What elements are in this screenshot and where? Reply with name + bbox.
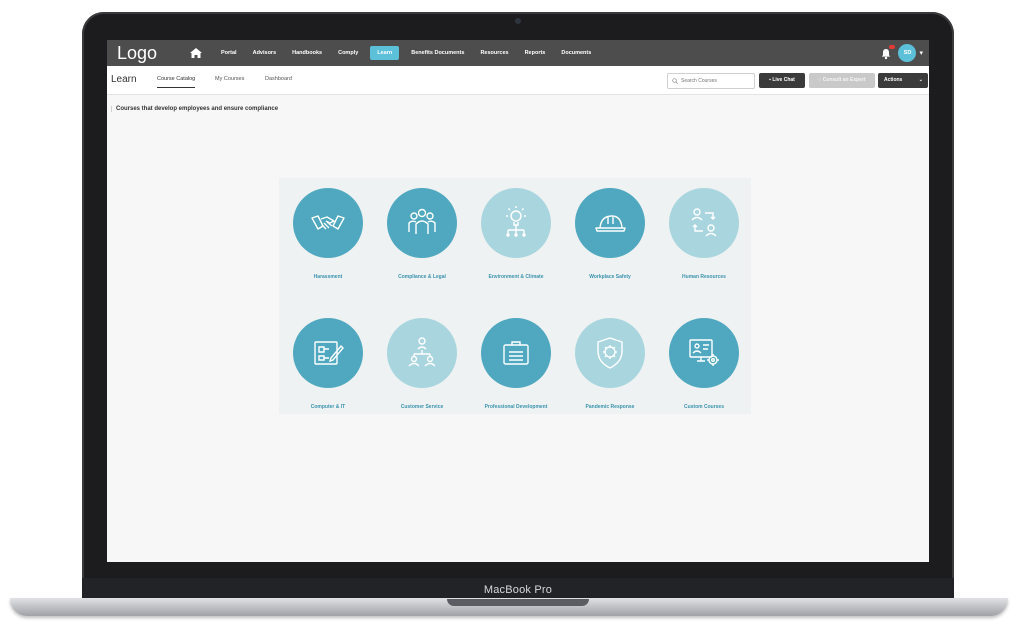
course-computer-it[interactable]: Computer & IT — [283, 318, 373, 410]
logo[interactable]: Logo — [117, 43, 189, 64]
nav-item-handbooks[interactable]: Handbooks — [284, 40, 330, 66]
course-label: Human Resources — [682, 274, 726, 280]
nav-item-benefits-documents[interactable]: Benefits Documents — [403, 40, 472, 66]
org-chart-icon — [408, 337, 436, 367]
caret-down-icon: ⌄ — [918, 77, 923, 83]
screen: Logo Portal Advisors Handbooks Comply Le… — [107, 40, 929, 562]
course-professional-development[interactable]: Professional Development — [471, 318, 561, 410]
course-label: Compliance & Legal — [398, 274, 446, 280]
nav-item-resources[interactable]: Resources — [472, 40, 516, 66]
device-label: MacBook Pro — [483, 584, 553, 596]
course-workplace-safety[interactable]: Workplace Safety — [565, 188, 655, 280]
course-label: Professional Development — [484, 404, 548, 410]
virus-shield-icon — [597, 337, 623, 369]
handshake-icon — [311, 215, 345, 230]
avatar[interactable]: SD — [898, 44, 917, 62]
nav-item-comply[interactable]: Comply — [330, 40, 366, 66]
nav-item-reports[interactable]: Reports — [517, 40, 554, 66]
sub-header: Learn Course Catalog My Courses Dashboar… — [107, 66, 929, 95]
flowchart-edit-icon — [314, 341, 344, 365]
nav-right: SD ▾ — [880, 44, 923, 62]
nav-item-documents[interactable]: Documents — [553, 40, 599, 66]
camera — [515, 18, 521, 24]
course-circle — [293, 188, 363, 258]
course-harassment[interactable]: Harassment — [283, 188, 373, 280]
tab-dashboard[interactable]: Dashboard — [265, 76, 292, 82]
course-label: Computer & IT — [310, 404, 346, 410]
course-circle — [669, 188, 739, 258]
headset-icon: ◌ — [818, 77, 822, 83]
consult-expert-label: Consult an Expert — [822, 77, 866, 83]
live-chat-button[interactable]: ▪ Live Chat — [759, 73, 805, 88]
bell-icon — [882, 49, 891, 60]
actions-label: Actions — [884, 77, 903, 83]
notification-badge — [889, 45, 896, 49]
consult-expert-button[interactable]: ◌ Consult an Expert — [809, 73, 875, 88]
search-icon — [672, 78, 678, 84]
course-pandemic-response[interactable]: Pandemic Response — [565, 318, 655, 410]
course-label: Workplace Safety — [589, 274, 631, 280]
top-nav: Logo Portal Advisors Handbooks Comply Le… — [107, 40, 929, 66]
home-icon[interactable] — [189, 47, 203, 59]
course-circle — [481, 188, 551, 258]
course-circle — [481, 318, 551, 388]
actions-button[interactable]: Actions ⌄ — [878, 73, 928, 88]
course-label: Environment & Climate — [488, 274, 544, 280]
briefcase-icon — [503, 341, 529, 365]
course-label: Pandemic Response — [585, 404, 635, 410]
page-title: Learn — [111, 74, 137, 85]
tab-course-catalog[interactable]: Course Catalog — [157, 76, 196, 88]
course-label: Custom Courses — [683, 404, 724, 410]
course-label: Harassment — [313, 274, 343, 280]
nav-item-learn[interactable]: Learn — [370, 46, 400, 60]
course-circle — [387, 318, 457, 388]
live-chat-label: Live Chat — [772, 77, 795, 83]
course-circle — [293, 318, 363, 388]
course-label: Customer Service — [400, 404, 444, 410]
search-box[interactable] — [667, 73, 755, 89]
notifications[interactable] — [880, 45, 896, 60]
course-catalog-panel: Harassment Compliance & Legal Environmen… — [279, 178, 751, 414]
nav-item-portal[interactable]: Portal — [213, 40, 245, 66]
course-customer-service[interactable]: Customer Service — [377, 318, 467, 410]
course-environment-climate[interactable]: Environment & Climate — [471, 188, 561, 280]
course-custom-courses[interactable]: Custom Courses — [659, 318, 749, 410]
nav-item-advisors[interactable]: Advisors — [245, 40, 285, 66]
monitor-gear-icon — [689, 339, 719, 366]
people-exchange-icon — [691, 208, 717, 237]
course-circle — [575, 188, 645, 258]
course-circle — [669, 318, 739, 388]
course-circle — [575, 318, 645, 388]
hardhat-icon — [595, 215, 626, 232]
course-compliance-legal[interactable]: Compliance & Legal — [377, 188, 467, 280]
chat-icon: ▪ — [769, 77, 771, 83]
laptop-notch — [447, 599, 589, 606]
course-circle — [387, 188, 457, 258]
course-human-resources[interactable]: Human Resources — [659, 188, 749, 280]
search-input[interactable] — [681, 78, 751, 84]
tab-my-courses[interactable]: My Courses — [215, 76, 244, 82]
team-icon — [408, 208, 436, 234]
lightbulb-icon — [506, 206, 526, 237]
page-tagline: Courses that develop employees and ensur… — [111, 106, 278, 112]
chevron-down-icon[interactable]: ▾ — [919, 49, 923, 57]
